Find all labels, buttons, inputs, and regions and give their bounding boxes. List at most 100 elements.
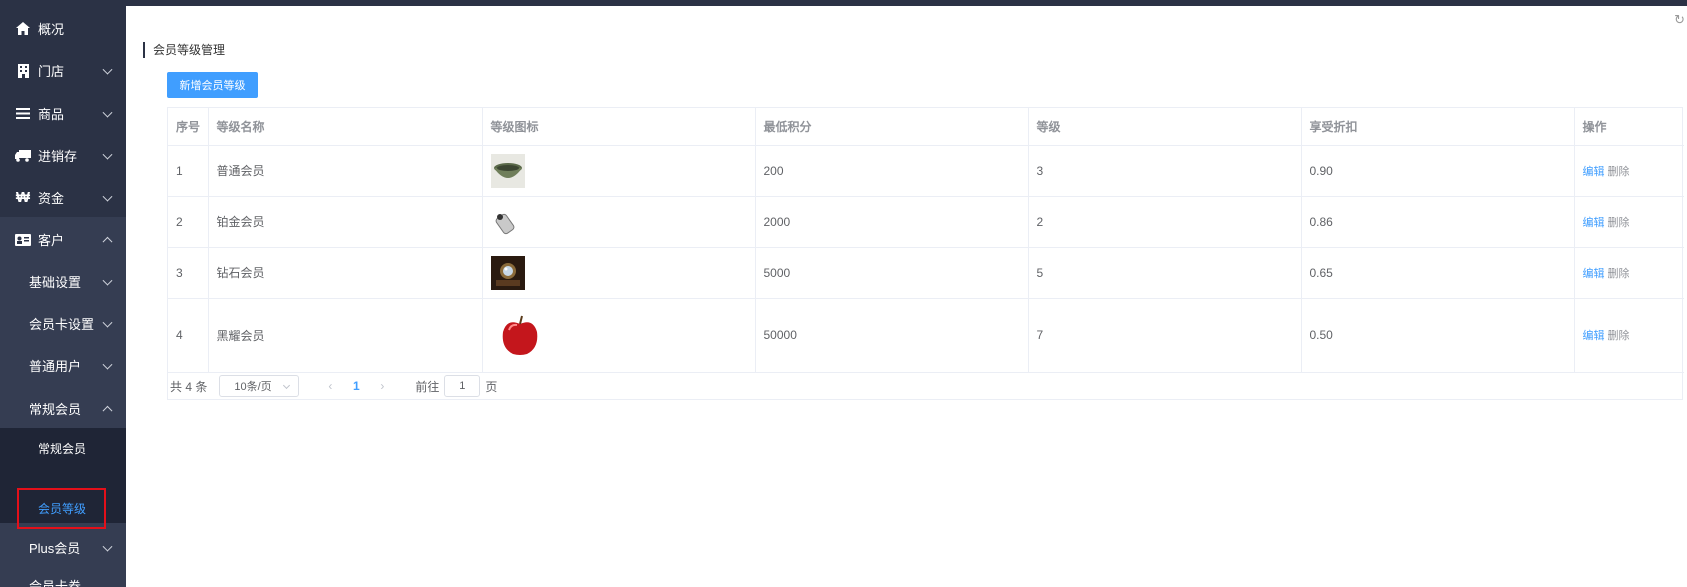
page-size-value: 10条/页 bbox=[234, 381, 272, 393]
table-row: 2 铂金会员 2000 2 0.86 编辑 删除 bbox=[168, 196, 1684, 248]
cell-actions: 编辑 删除 bbox=[1574, 196, 1684, 248]
home-icon bbox=[15, 21, 31, 37]
edit-link[interactable]: 编辑 bbox=[1583, 166, 1605, 178]
edit-link[interactable]: 编辑 bbox=[1583, 330, 1605, 342]
table-row: 1 普通会员 200 3 0.90 编辑 删除 bbox=[168, 145, 1684, 197]
won-icon: ₩ bbox=[15, 189, 31, 206]
truck-icon bbox=[15, 148, 31, 164]
edit-link[interactable]: 编辑 bbox=[1583, 268, 1605, 280]
delete-link[interactable]: 删除 bbox=[1608, 166, 1630, 178]
cell-name: 钻石会员 bbox=[208, 247, 483, 299]
sidebar-item-label: 普通用户 bbox=[29, 359, 82, 374]
sidebar-item-overview[interactable]: 概况 bbox=[0, 6, 126, 51]
add-member-level-button[interactable]: 新增会员等级 bbox=[167, 72, 258, 98]
cell-index: 4 bbox=[168, 298, 209, 373]
sidebar-item-normal-users[interactable]: 普通用户 bbox=[0, 343, 126, 388]
cell-min-points: 200 bbox=[755, 145, 1029, 197]
table-row: 3 钻石会员 5000 5 0.65 编辑 删除 bbox=[168, 247, 1684, 299]
delete-link[interactable]: 删除 bbox=[1608, 217, 1630, 229]
cell-index: 2 bbox=[168, 196, 209, 248]
sidebar-item-label: 会员卡券 bbox=[29, 579, 82, 587]
chevron-down-icon bbox=[102, 317, 113, 328]
page-title: 会员等级管理 bbox=[143, 42, 225, 58]
list-icon bbox=[15, 106, 31, 122]
cell-discount: 0.50 bbox=[1301, 298, 1575, 373]
cell-discount: 0.65 bbox=[1301, 247, 1575, 299]
diamond-ring-image bbox=[490, 255, 525, 290]
delete-link[interactable]: 删除 bbox=[1608, 268, 1630, 280]
cell-level: 3 bbox=[1028, 145, 1302, 197]
sidebar-item-funds[interactable]: ₩ 资金 bbox=[0, 175, 126, 220]
sidebar: 概况 门店 商品 进销存 ₩ 资金 客户 基础设置 会员卡设置 普通用户 常规会… bbox=[0, 0, 126, 587]
sidebar-item-inventory[interactable]: 进销存 bbox=[0, 133, 126, 178]
sidebar-item-regular-member-list[interactable]: 常规会员 bbox=[0, 432, 126, 464]
cell-min-points: 5000 bbox=[755, 247, 1029, 299]
sidebar-item-plus-member[interactable]: Plus会员 bbox=[0, 525, 126, 570]
sidebar-item-goods[interactable]: 商品 bbox=[0, 91, 126, 136]
cell-level: 2 bbox=[1028, 196, 1302, 248]
cell-icon bbox=[482, 298, 756, 373]
sidebar-item-label: 资金 bbox=[38, 191, 65, 206]
pagination-total: 共 4 条 bbox=[170, 379, 208, 394]
cell-actions: 编辑 删除 bbox=[1574, 145, 1684, 197]
goto-label: 前往 bbox=[415, 379, 440, 394]
page-suffix: 页 bbox=[485, 379, 498, 394]
sidebar-item-label: 常规会员 bbox=[38, 441, 87, 456]
chevron-down-icon bbox=[283, 381, 291, 390]
goto-page-input[interactable] bbox=[444, 375, 481, 397]
prev-page-button[interactable]: ‹ bbox=[317, 379, 343, 393]
cell-actions: 编辑 删除 bbox=[1574, 247, 1684, 299]
silver-device-image bbox=[490, 204, 525, 239]
main-content: ↻ 会员等级管理 新增会员等级 序号 等级名称 等级图标 最低积分 等级 享受折… bbox=[126, 6, 1687, 587]
table-header-row: 序号 等级名称 等级图标 最低积分 等级 享受折扣 操作 bbox=[168, 108, 1684, 146]
page-number[interactable]: 1 bbox=[343, 379, 369, 393]
cell-icon bbox=[482, 247, 756, 299]
cell-name: 铂金会员 bbox=[208, 196, 483, 248]
cell-icon bbox=[482, 196, 756, 248]
cell-level: 7 bbox=[1028, 298, 1302, 373]
cell-icon bbox=[482, 145, 756, 197]
id-card-icon bbox=[15, 232, 31, 248]
cell-min-points: 50000 bbox=[755, 298, 1029, 373]
sidebar-item-label: 进销存 bbox=[38, 149, 78, 164]
cell-discount: 0.86 bbox=[1301, 196, 1575, 248]
cell-discount: 0.90 bbox=[1301, 145, 1575, 197]
sidebar-item-store[interactable]: 门店 bbox=[0, 48, 126, 93]
sidebar-item-label: Plus会员 bbox=[29, 541, 81, 556]
cell-index: 1 bbox=[168, 145, 209, 197]
sidebar-item-coupons[interactable]: 会员卡券 bbox=[0, 568, 126, 587]
table-row: 4 黑耀会员 50000 7 0.50 编辑 删除 bbox=[168, 298, 1684, 373]
col-header-index: 序号 bbox=[168, 108, 209, 146]
cell-index: 3 bbox=[168, 247, 209, 299]
chevron-down-icon bbox=[102, 541, 113, 552]
sidebar-item-label: 常规会员 bbox=[29, 402, 82, 417]
chevron-up-icon bbox=[102, 405, 113, 416]
sidebar-item-label: 客户 bbox=[38, 233, 65, 248]
refresh-icon[interactable]: ↻ bbox=[1674, 12, 1685, 28]
delete-link[interactable]: 删除 bbox=[1608, 330, 1630, 342]
cell-name: 普通会员 bbox=[208, 145, 483, 197]
sidebar-item-label: 概况 bbox=[38, 22, 65, 37]
col-header-level: 等级 bbox=[1028, 108, 1302, 146]
chevron-down-icon bbox=[102, 191, 113, 202]
col-header-actions: 操作 bbox=[1574, 108, 1684, 146]
pagination: 共 4 条 10条/页 ‹ 1 › 前往 页 bbox=[170, 374, 497, 398]
page-size-select[interactable]: 10条/页 bbox=[219, 375, 300, 397]
next-page-button[interactable]: › bbox=[369, 379, 395, 393]
cell-actions: 编辑 删除 bbox=[1574, 298, 1684, 373]
chevron-down-icon bbox=[102, 149, 113, 160]
sidebar-item-customer[interactable]: 客户 bbox=[0, 217, 126, 262]
apple-image bbox=[496, 312, 543, 358]
sidebar-item-label: 基础设置 bbox=[29, 275, 82, 290]
sidebar-item-regular-member[interactable]: 常规会员 bbox=[0, 386, 126, 431]
bowl-image bbox=[490, 153, 525, 188]
col-header-discount: 享受折扣 bbox=[1301, 108, 1575, 146]
chevron-up-icon bbox=[102, 236, 113, 247]
chevron-down-icon bbox=[102, 64, 113, 75]
edit-link[interactable]: 编辑 bbox=[1583, 217, 1605, 229]
building-icon bbox=[15, 63, 31, 79]
sidebar-item-basic-settings[interactable]: 基础设置 bbox=[0, 259, 126, 304]
sidebar-item-card-settings[interactable]: 会员卡设置 bbox=[0, 301, 126, 346]
sidebar-item-label: 会员卡设置 bbox=[29, 317, 95, 332]
col-header-icon: 等级图标 bbox=[482, 108, 756, 146]
